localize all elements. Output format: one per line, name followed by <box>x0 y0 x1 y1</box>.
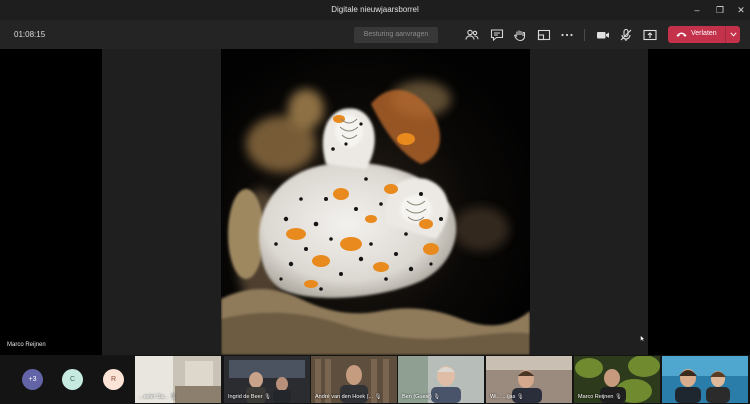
participant-video-tile[interactable] <box>662 356 748 403</box>
leave-button-group: Verlaten <box>668 26 740 43</box>
leave-button[interactable]: Verlaten <box>668 26 724 43</box>
participant-video-tile[interactable]: ...avier Sa... 🎙 <box>135 356 221 403</box>
chevron-down-icon <box>730 32 737 37</box>
avatar-initials: C <box>69 376 76 383</box>
raise-hand-icon[interactable] <box>512 27 528 43</box>
participant-video-tile[interactable]: Wi... ...ijas 🎙 <box>486 356 572 403</box>
share-tray-icon[interactable] <box>642 27 658 43</box>
participant-video-tile[interactable]: André van den Hoek (... 🎙 <box>311 356 397 403</box>
participant-name: Ingrid de Beer 🎙 <box>228 394 272 400</box>
request-control-button[interactable]: Besturing aanvragen <box>354 27 438 43</box>
microphone-icon: 🎙 <box>433 394 441 400</box>
meeting-stage: Marco Reijnen <box>0 49 750 355</box>
overflow-participants-avatar[interactable]: +3 <box>22 369 43 390</box>
people-icon[interactable] <box>464 27 480 43</box>
participant-video-tile[interactable]: Ben (Guest) 🎙 <box>398 356 484 403</box>
participant-strip: +3 C R ...avier Sa... 🎙 Ingrid de Beer 🎙 <box>0 355 750 404</box>
participant-name: Wi... ...ijas 🎙 <box>490 394 524 400</box>
mouse-cursor-icon <box>640 335 645 342</box>
toolbar-divider <box>584 29 585 41</box>
microphone-icon: 🎙 <box>615 394 622 400</box>
participant-avatar[interactable]: R <box>103 369 124 390</box>
microphone-icon: 🎙 <box>516 394 524 400</box>
microphone-icon: 🎙 <box>264 394 272 400</box>
leave-label: Verlaten <box>691 30 717 37</box>
camera-icon[interactable] <box>595 27 611 43</box>
avatar-initials: +3 <box>28 376 37 383</box>
maximize-button[interactable]: ❐ <box>713 3 727 17</box>
participant-avatar[interactable]: C <box>62 369 83 390</box>
participant-video-tile[interactable]: Ingrid de Beer 🎙 <box>224 356 310 403</box>
shared-nudibranch-photo <box>221 49 530 355</box>
more-icon[interactable] <box>559 27 575 43</box>
breakout-rooms-icon[interactable] <box>536 27 552 43</box>
microphone-icon: 🎙 <box>169 394 177 400</box>
participant-name: André van den Hoek (... 🎙 <box>315 394 382 400</box>
leave-options-button[interactable] <box>725 26 740 43</box>
presenter-name-label: Marco Reijnen <box>7 342 46 348</box>
microphone-icon: 🎙 <box>374 394 382 400</box>
participant-video-tile[interactable]: Marco Reijnen 🎙 <box>574 356 660 403</box>
hang-up-icon <box>676 32 687 37</box>
participant-name: Marco Reijnen 🎙 <box>578 394 622 400</box>
meeting-controls: 01:08:15 Besturing aanvragen Verlaten <box>0 20 750 49</box>
mic-muted-icon[interactable] <box>618 27 634 43</box>
avatar-initials: R <box>110 376 117 383</box>
close-button[interactable]: ✕ <box>734 3 748 17</box>
participant-name: ...avier Sa... 🎙 <box>139 394 177 400</box>
meeting-timer: 01:08:15 <box>14 30 46 39</box>
window-title: Digitale nieuwjaarsborrel <box>331 5 419 14</box>
chat-icon[interactable] <box>489 27 505 43</box>
minimize-button[interactable]: – <box>690 3 704 17</box>
participant-name: Ben (Guest) 🎙 <box>402 394 441 400</box>
title-bar: Digitale nieuwjaarsborrel – ❐ ✕ <box>0 0 750 20</box>
